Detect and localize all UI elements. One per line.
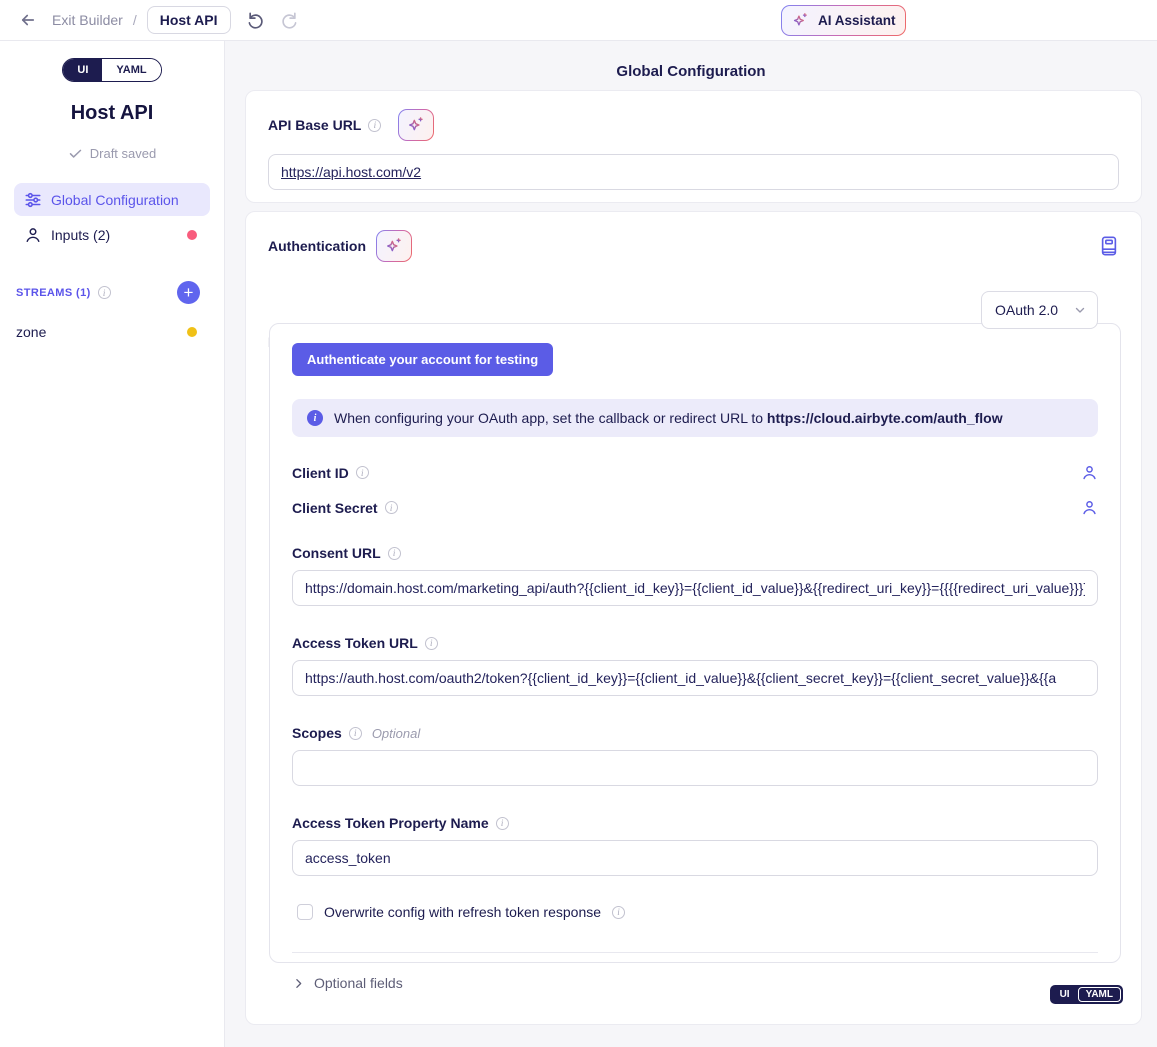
- card-ui-yaml-toggle[interactable]: UI YAML: [1050, 985, 1123, 1004]
- docs-book-icon[interactable]: [1099, 235, 1119, 257]
- client-secret-row: Client Secret i: [292, 499, 1098, 516]
- scopes-label: Scopes: [292, 725, 342, 741]
- ai-assistant-button[interactable]: AI Assistant: [781, 5, 906, 36]
- authentication-card: Authentication Method i OAut: [245, 211, 1142, 1025]
- stream-label: zone: [16, 324, 46, 340]
- redo-icon[interactable]: [277, 8, 301, 32]
- info-icon: i: [496, 817, 509, 830]
- overwrite-config-checkbox[interactable]: [297, 904, 313, 920]
- sidebar-item-label: Global Configuration: [51, 192, 179, 208]
- optional-fields-toggle[interactable]: Optional fields: [292, 975, 1098, 991]
- sidebar-stream-zone[interactable]: zone: [14, 320, 210, 344]
- callback-url: https://cloud.airbyte.com/auth_flow: [767, 410, 1003, 426]
- toggle-yaml-option[interactable]: YAML: [102, 59, 160, 81]
- connector-builder-app: Exit Builder / Host API AI Assistant UI …: [0, 0, 1157, 1047]
- ai-sparkle-icon: [406, 115, 426, 135]
- check-icon: [68, 146, 83, 161]
- info-icon: i: [356, 466, 369, 479]
- toggle-ui-option[interactable]: UI: [63, 59, 102, 81]
- client-secret-label: Client Secret: [292, 500, 378, 516]
- client-id-row: Client ID i: [292, 464, 1098, 481]
- info-icon: i: [612, 906, 625, 919]
- streams-header: STREAMS (1) i +: [14, 281, 210, 304]
- access-token-property-name-input[interactable]: [292, 840, 1098, 876]
- back-arrow-icon[interactable]: [16, 8, 40, 32]
- exit-builder-link[interactable]: Exit Builder: [52, 12, 123, 28]
- save-status: Draft saved: [0, 146, 224, 161]
- add-stream-button[interactable]: +: [177, 281, 200, 304]
- connector-name-field[interactable]: Host API: [147, 6, 231, 34]
- access-token-url-label: Access Token URL: [292, 635, 418, 651]
- callback-info-banner: i When configuring your OAuth app, set t…: [292, 399, 1098, 437]
- chevron-down-icon: [1073, 303, 1087, 317]
- ai-assistant-label: AI Assistant: [818, 13, 896, 28]
- ai-sparkle-icon: [791, 11, 810, 30]
- info-icon: i: [388, 547, 401, 560]
- consent-url-input[interactable]: [292, 570, 1098, 606]
- sidebar-item-inputs[interactable]: Inputs (2): [14, 218, 210, 251]
- toggle-yaml-option[interactable]: YAML: [1078, 987, 1121, 1002]
- undo-icon[interactable]: [245, 8, 269, 32]
- info-circle-icon: i: [307, 410, 323, 426]
- top-bar: Exit Builder / Host API AI Assistant: [0, 0, 1157, 41]
- page-title: Global Configuration: [225, 63, 1157, 80]
- sidebar-item-global-configuration[interactable]: Global Configuration: [14, 183, 210, 216]
- panel-divider: [292, 952, 1098, 953]
- chevron-right-icon: [292, 977, 305, 990]
- ai-sparkle-icon: [384, 236, 404, 256]
- sidebar-item-label: Inputs (2): [51, 227, 110, 243]
- optional-tag: Optional: [372, 726, 420, 741]
- auth-method-value: OAuth 2.0: [995, 302, 1073, 318]
- auth-method-select[interactable]: OAuth 2.0: [981, 291, 1098, 329]
- oauth-config-panel: Authenticate your account for testing i …: [269, 323, 1121, 963]
- api-base-url-label: API Base URL: [268, 117, 361, 133]
- info-icon: i: [425, 637, 438, 650]
- sliders-icon: [24, 191, 42, 209]
- scopes-input[interactable]: [292, 750, 1098, 786]
- connector-title: Host API: [0, 102, 224, 125]
- user-input-icon[interactable]: [1081, 499, 1098, 516]
- api-base-url-input[interactable]: [268, 154, 1119, 190]
- access-token-property-name-label: Access Token Property Name: [292, 815, 489, 831]
- optional-fields-label: Optional fields: [314, 975, 403, 991]
- info-icon: i: [98, 286, 111, 299]
- streams-header-label: STREAMS (1): [16, 287, 91, 299]
- info-icon: i: [349, 727, 362, 740]
- client-id-label: Client ID: [292, 465, 349, 481]
- sidebar: UI YAML Host API Draft saved Global Conf…: [0, 41, 225, 1047]
- ui-yaml-toggle[interactable]: UI YAML: [62, 58, 161, 82]
- toggle-ui-option[interactable]: UI: [1052, 987, 1078, 1002]
- ai-suggest-button[interactable]: [376, 230, 412, 262]
- info-icon: i: [368, 119, 381, 132]
- inputs-status-dot: [187, 230, 197, 240]
- api-base-url-card: API Base URL i: [245, 90, 1142, 203]
- info-icon: i: [385, 501, 398, 514]
- authenticate-button[interactable]: Authenticate your account for testing: [292, 343, 553, 376]
- callback-info-text: When configuring your OAuth app, set the…: [334, 410, 767, 426]
- stream-status-dot: [187, 327, 197, 337]
- access-token-url-input[interactable]: [292, 660, 1098, 696]
- user-input-icon[interactable]: [1081, 464, 1098, 481]
- overwrite-config-label: Overwrite config with refresh token resp…: [324, 904, 601, 920]
- consent-url-label: Consent URL: [292, 545, 381, 561]
- ai-suggest-button[interactable]: [398, 109, 434, 141]
- overwrite-config-row: Overwrite config with refresh token resp…: [292, 904, 1098, 920]
- breadcrumb-separator: /: [133, 12, 137, 28]
- user-icon: [24, 226, 42, 244]
- authentication-title: Authentication: [268, 238, 366, 254]
- main-content: Global Configuration API Base URL i Auth: [225, 41, 1157, 1047]
- save-status-label: Draft saved: [90, 146, 156, 161]
